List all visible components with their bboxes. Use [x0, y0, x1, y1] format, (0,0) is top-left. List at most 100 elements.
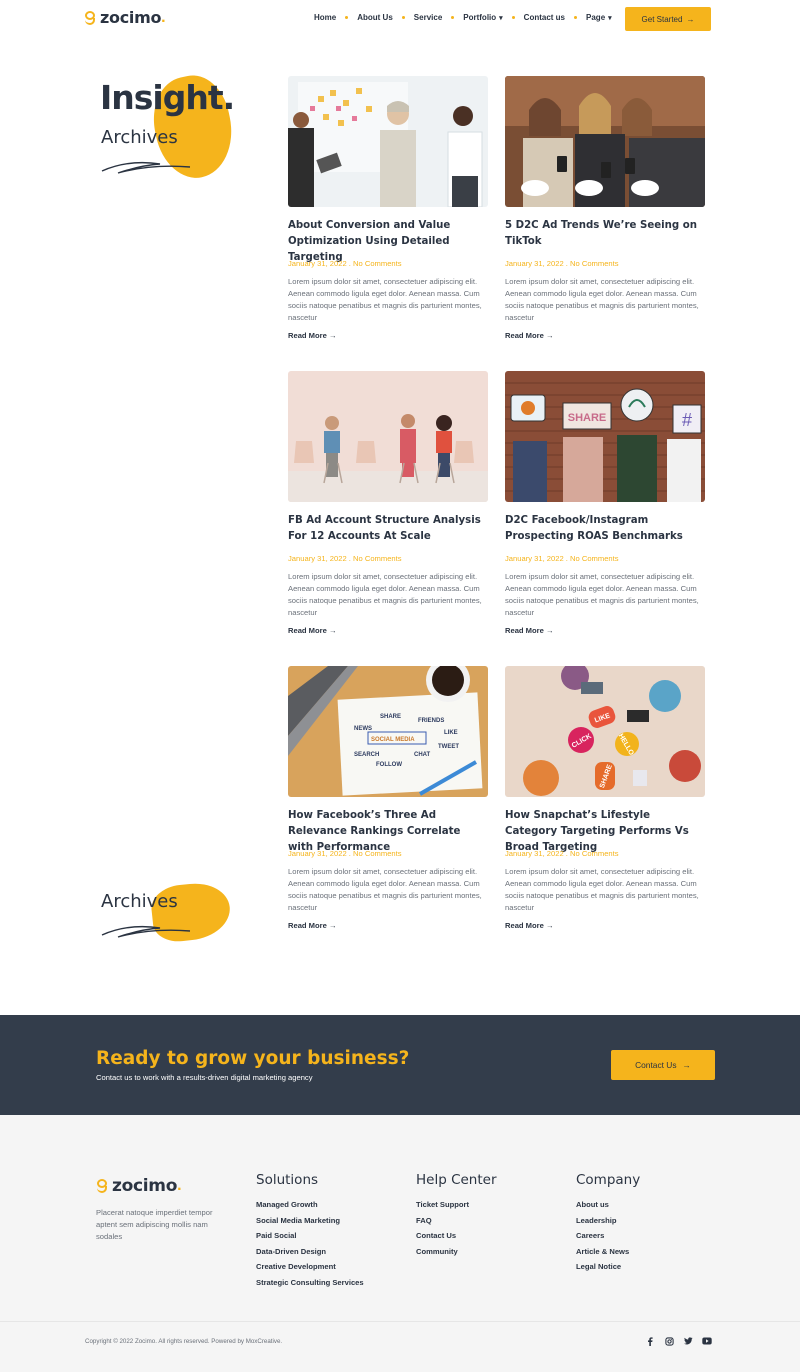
- youtube-icon[interactable]: [702, 1336, 712, 1346]
- footer-column-heading: Help Center: [416, 1172, 497, 1188]
- post-image-svg: [288, 76, 488, 207]
- chevron-down-icon: ▾: [608, 14, 612, 22]
- nav-item-service[interactable]: Service: [414, 13, 442, 22]
- sketch-word: NEWS: [354, 726, 372, 732]
- post-card: FB Ad Account Structure Analysis For 12 …: [288, 371, 488, 638]
- cta-section: Ready to grow your business? Contact us …: [0, 1015, 800, 1115]
- post-card: SOCIAL MEDIA NEWS SHARE FRIENDS LIKE TWE…: [288, 666, 488, 933]
- post-meta[interactable]: January 31, 2022 . No Comments: [505, 849, 705, 858]
- post-image-social-bubbles[interactable]: LIKE CLICK HELLO SHARE: [505, 666, 705, 797]
- archives-heading: Archives: [101, 127, 178, 148]
- logo[interactable]: zocimo.: [84, 8, 166, 27]
- nav-item-about-us[interactable]: About Us: [357, 13, 393, 22]
- footer-link[interactable]: Managed Growth: [256, 1197, 364, 1213]
- footer-link[interactable]: Community: [416, 1244, 497, 1260]
- nav-separator: [511, 16, 515, 19]
- post-excerpt: Lorem ipsum dolor sit amet, consectetuer…: [505, 867, 699, 912]
- post-excerpt: Lorem ipsum dolor sit amet, consectetuer…: [288, 277, 482, 322]
- post-title[interactable]: D2C Facebook/Instagram Prospecting ROAS …: [505, 513, 705, 545]
- arrow-right-icon: →: [328, 626, 337, 635]
- post-meta[interactable]: January 31, 2022 . No Comments: [288, 259, 488, 268]
- footer-link[interactable]: Strategic Consulting Services: [256, 1275, 364, 1291]
- post-title[interactable]: 5 D2C Ad Trends We’re Seeing on TikTok: [505, 218, 705, 250]
- post-title[interactable]: How Snapchat’s Lifestyle Category Target…: [505, 808, 705, 853]
- footer-link[interactable]: Paid Social: [256, 1228, 364, 1244]
- footer-divider: [0, 1321, 800, 1322]
- footer-link[interactable]: Article & News: [576, 1244, 640, 1260]
- footer-column-company: Company About us Leadership Careers Arti…: [576, 1172, 640, 1275]
- post-title[interactable]: How Facebook’s Three Ad Relevance Rankin…: [288, 808, 488, 853]
- facebook-icon[interactable]: [645, 1336, 655, 1346]
- post-excerpt: Lorem ipsum dolor sit amet, consectetuer…: [505, 277, 699, 322]
- share-sign-text: SHARE: [568, 412, 607, 424]
- post-excerpt: Lorem ipsum dolor sit amet, consectetuer…: [505, 572, 699, 617]
- nav-separator: [451, 16, 455, 19]
- post-image-svg: SHARE #: [505, 371, 705, 502]
- footer-column-solutions: Solutions Managed Growth Social Media Ma…: [256, 1172, 364, 1290]
- post-image-phones[interactable]: [505, 76, 705, 207]
- footer-link[interactable]: Data-Driven Design: [256, 1244, 364, 1260]
- instagram-icon[interactable]: [664, 1336, 674, 1346]
- post-image-svg: LIKE CLICK HELLO SHARE: [505, 666, 705, 797]
- arrow-right-icon: →: [545, 331, 554, 340]
- post-image-svg: SOCIAL MEDIA NEWS SHARE FRIENDS LIKE TWE…: [288, 666, 488, 797]
- arrow-right-icon: →: [328, 921, 337, 930]
- main-nav: Home About Us Service Portfolio ▾ Contact…: [314, 13, 612, 22]
- post-meta[interactable]: January 31, 2022 . No Comments: [505, 259, 705, 268]
- footer-link[interactable]: Leadership: [576, 1213, 640, 1229]
- post-image-social-sketch[interactable]: SOCIAL MEDIA NEWS SHARE FRIENDS LIKE TWE…: [288, 666, 488, 797]
- footer-logo[interactable]: zocimo.: [96, 1176, 182, 1196]
- footer-column-heading: Company: [576, 1172, 641, 1188]
- sketch-word: SEARCH: [354, 752, 379, 758]
- footer-link[interactable]: Legal Notice: [576, 1259, 640, 1275]
- nav-item-contact-us[interactable]: Contact us: [524, 13, 565, 22]
- logo-mark-icon: [96, 1178, 110, 1194]
- post-meta[interactable]: January 31, 2022 . No Comments: [505, 554, 705, 563]
- read-more-link[interactable]: Read More →: [505, 921, 554, 930]
- footer-link[interactable]: FAQ: [416, 1213, 497, 1229]
- post-meta[interactable]: January 31, 2022 . No Comments: [288, 849, 488, 858]
- footer-link[interactable]: Contact Us: [416, 1228, 497, 1244]
- post-image-meeting[interactable]: [288, 76, 488, 207]
- read-more-link[interactable]: Read More →: [505, 331, 554, 340]
- footer-column-help-center: Help Center Ticket Support FAQ Contact U…: [416, 1172, 497, 1259]
- footer-link[interactable]: About us: [576, 1197, 640, 1213]
- contact-us-button[interactable]: Contact Us →: [611, 1050, 715, 1080]
- nav-item-home[interactable]: Home: [314, 13, 336, 22]
- footer-link[interactable]: Creative Development: [256, 1259, 364, 1275]
- footer-link[interactable]: Social Media Marketing: [256, 1213, 364, 1229]
- logo-text: zocimo: [100, 8, 162, 27]
- scribble-decoration-icon: [101, 162, 191, 174]
- read-more-link[interactable]: Read More →: [288, 921, 337, 930]
- footer-link[interactable]: Careers: [576, 1228, 640, 1244]
- logo-mark-icon: [84, 10, 98, 26]
- copyright-text: Copyright © 2022 Zocimo. All rights rese…: [85, 1338, 283, 1345]
- footer-column-heading: Solutions: [256, 1172, 319, 1188]
- social-links: [645, 1336, 712, 1346]
- scribble-decoration-icon: [101, 926, 191, 938]
- post-image-svg: [505, 76, 705, 207]
- sketch-word: FOLLOW: [376, 762, 402, 768]
- footer-link[interactable]: Ticket Support: [416, 1197, 497, 1213]
- post-image-chairs[interactable]: [288, 371, 488, 502]
- sketch-word: CHAT: [414, 752, 431, 758]
- post-title[interactable]: About Conversion and Value Optimization …: [288, 218, 488, 263]
- nav-separator: [345, 16, 349, 19]
- post-meta[interactable]: January 31, 2022 . No Comments: [288, 554, 488, 563]
- cta-title: Ready to grow your business?: [96, 1048, 410, 1069]
- post-title[interactable]: FB Ad Account Structure Analysis For 12 …: [288, 513, 488, 545]
- post-card: 5 D2C Ad Trends We’re Seeing on TikTok J…: [505, 76, 705, 343]
- post-card: LIKE CLICK HELLO SHARE How Snapchat’s Li…: [505, 666, 705, 933]
- get-started-button[interactable]: Get Started →: [625, 7, 711, 31]
- page-title: Insight.: [100, 78, 235, 117]
- nav-item-portfolio[interactable]: Portfolio ▾: [463, 13, 502, 22]
- nav-item-page[interactable]: Page ▾: [586, 13, 612, 22]
- read-more-link[interactable]: Read More →: [288, 331, 337, 340]
- read-more-link[interactable]: Read More →: [505, 626, 554, 635]
- twitter-icon[interactable]: [683, 1336, 693, 1346]
- sketch-word: SOCIAL MEDIA: [371, 737, 415, 743]
- nav-separator: [574, 16, 578, 19]
- post-image-brick-wall[interactable]: SHARE #: [505, 371, 705, 502]
- read-more-link[interactable]: Read More →: [288, 626, 337, 635]
- arrow-right-icon: →: [545, 626, 554, 635]
